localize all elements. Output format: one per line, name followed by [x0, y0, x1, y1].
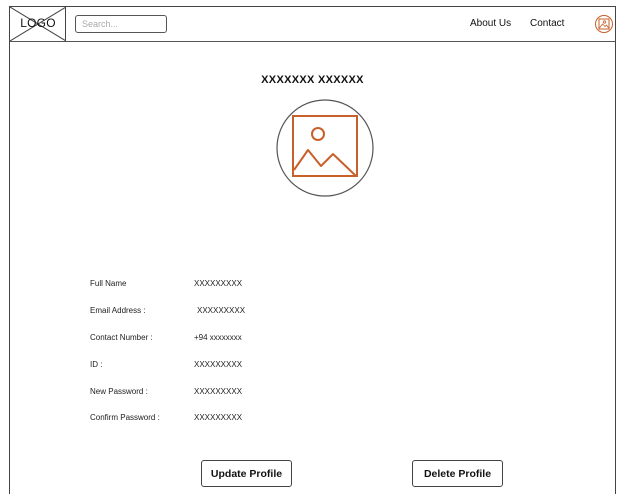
- update-profile-button[interactable]: Update Profile: [201, 460, 292, 487]
- field-label: ID :: [90, 360, 103, 369]
- nav-link-contact[interactable]: Contact: [530, 18, 564, 29]
- logo[interactable]: LOGO: [10, 7, 66, 41]
- field-label: Full Name: [90, 279, 127, 288]
- profile-picture[interactable]: [275, 98, 375, 203]
- field-value: XXXXXXXXX: [194, 360, 243, 369]
- profile-name-heading: XXXXXXX XXXXXX: [261, 74, 364, 86]
- avatar-image-icon: [598, 18, 610, 30]
- field-label: Confirm Password :: [90, 413, 160, 422]
- logo-label: LOGO: [20, 16, 56, 30]
- field-value: XXXXXXXXX: [194, 413, 243, 422]
- field-value: +94 xxxxxxxx: [194, 333, 242, 342]
- field-value: XXXXXXXXX: [194, 279, 243, 288]
- top-navigation-bar: LOGO About Us Contact: [9, 6, 616, 42]
- user-avatar-button[interactable]: [595, 15, 613, 33]
- field-value: XXXXXXXXX: [197, 306, 246, 315]
- image-placeholder-icon: [276, 99, 374, 197]
- field-label: Email Address :: [90, 306, 146, 315]
- field-label: Contact Number :: [90, 333, 153, 342]
- search-input[interactable]: [75, 15, 167, 33]
- delete-profile-button[interactable]: Delete Profile: [412, 460, 503, 487]
- field-value: XXXXXXXXX: [194, 387, 243, 396]
- nav-link-about-us[interactable]: About Us: [470, 18, 511, 29]
- field-label: New Password :: [90, 387, 148, 396]
